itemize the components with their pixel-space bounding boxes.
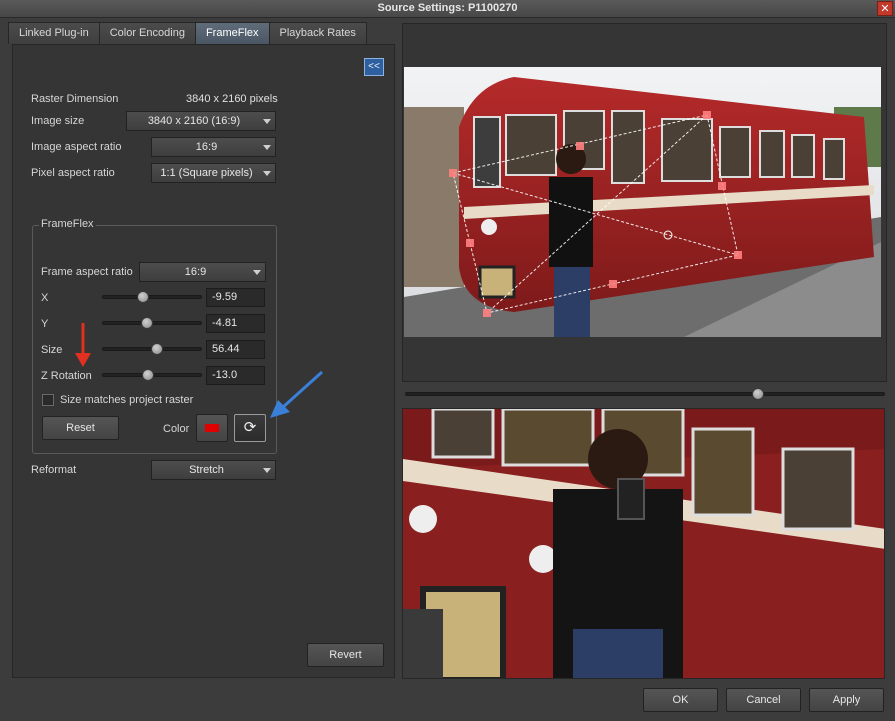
blue-arrow-annotation: [270, 370, 324, 418]
close-button[interactable]: ✕: [877, 1, 893, 16]
chevron-down-icon: [263, 145, 271, 150]
tab-frameflex[interactable]: FrameFlex: [194, 22, 270, 44]
cancel-button[interactable]: Cancel: [726, 688, 801, 712]
pixel-aspect-ratio-value: 1:1 (Square pixels): [160, 167, 253, 179]
z-rotation-slider-handle[interactable]: [142, 369, 154, 381]
timeline-slider[interactable]: [405, 392, 885, 396]
frame-aspect-ratio-value: 16:9: [184, 266, 207, 278]
tab-bar: Linked Plug-in Color Encoding FrameFlex …: [8, 22, 367, 44]
chevron-down-icon: [263, 171, 271, 176]
window-title: Source Settings: P1100270: [377, 2, 518, 14]
tab-linked-plug-in[interactable]: Linked Plug-in: [8, 22, 100, 44]
title-bar: Source Settings: P1100270 ✕: [0, 0, 895, 18]
image-aspect-ratio-value: 16:9: [195, 141, 218, 153]
color-label: Color: [163, 423, 190, 435]
x-slider-handle[interactable]: [137, 291, 149, 303]
source-frame-image: [404, 67, 881, 337]
y-slider-handle[interactable]: [141, 317, 153, 329]
image-size-label: Image size: [31, 115, 85, 127]
reformat-value: Stretch: [189, 464, 224, 476]
y-label: Y: [41, 318, 49, 330]
rotate-toggle-button[interactable]: ⟳: [234, 414, 266, 442]
apply-button[interactable]: Apply: [809, 688, 884, 712]
collapse-button[interactable]: <<: [364, 58, 384, 76]
image-size-dropdown[interactable]: 3840 x 2160 (16:9): [126, 111, 276, 131]
ok-button[interactable]: OK: [643, 688, 718, 712]
size-matches-label: Size matches project raster: [60, 394, 194, 406]
frameflex-group-title: FrameFlex: [39, 218, 96, 230]
overlay-color-button[interactable]: [196, 414, 228, 442]
image-aspect-ratio-label: Image aspect ratio: [31, 141, 122, 153]
z-rotation-input[interactable]: -13.0: [206, 366, 265, 385]
reformat-label: Reformat: [31, 464, 77, 476]
x-label: X: [41, 292, 49, 304]
size-input[interactable]: 56.44: [206, 340, 265, 359]
tab-playback-rates[interactable]: Playback Rates: [268, 22, 367, 44]
frame-aspect-ratio-dropdown[interactable]: 16:9: [139, 262, 266, 282]
pixel-aspect-ratio-dropdown[interactable]: 1:1 (Square pixels): [151, 163, 276, 183]
frame-aspect-ratio-label: Frame aspect ratio: [41, 266, 133, 278]
timeline-slider-handle[interactable]: [752, 388, 764, 400]
tab-color-encoding[interactable]: Color Encoding: [98, 22, 196, 44]
y-input[interactable]: -4.81: [206, 314, 265, 333]
image-aspect-ratio-dropdown[interactable]: 16:9: [151, 137, 276, 157]
output-image-viewer: [402, 408, 885, 679]
chevron-down-icon: [253, 270, 261, 275]
reformat-dropdown[interactable]: Stretch: [151, 460, 276, 480]
red-arrow-annotation: [75, 323, 91, 367]
source-image-viewer[interactable]: [404, 67, 881, 337]
size-slider-handle[interactable]: [151, 343, 163, 355]
raster-dimension-label: Raster Dimension: [31, 93, 119, 105]
x-slider[interactable]: [102, 295, 202, 299]
chevron-down-icon: [263, 468, 271, 473]
reset-button[interactable]: Reset: [42, 416, 119, 440]
revert-button[interactable]: Revert: [307, 643, 384, 667]
raster-dimension-value: 3840 x 2160 pixels: [186, 93, 278, 105]
color-swatch: [205, 424, 219, 432]
x-input[interactable]: -9.59: [206, 288, 265, 307]
image-size-value: 3840 x 2160 (16:9): [147, 115, 241, 127]
size-label: Size: [41, 344, 63, 356]
source-viewer-panel: [402, 23, 887, 382]
size-matches-checkbox[interactable]: [42, 394, 54, 406]
pixel-aspect-ratio-label: Pixel aspect ratio: [31, 167, 115, 179]
settings-panel: << Raster Dimension 3840 x 2160 pixels I…: [12, 44, 395, 678]
output-frame-image: [403, 409, 884, 678]
chevron-down-icon: [263, 119, 271, 124]
rotate-icon: ⟳: [243, 419, 257, 436]
z-rotation-label: Z Rotation: [41, 370, 92, 382]
